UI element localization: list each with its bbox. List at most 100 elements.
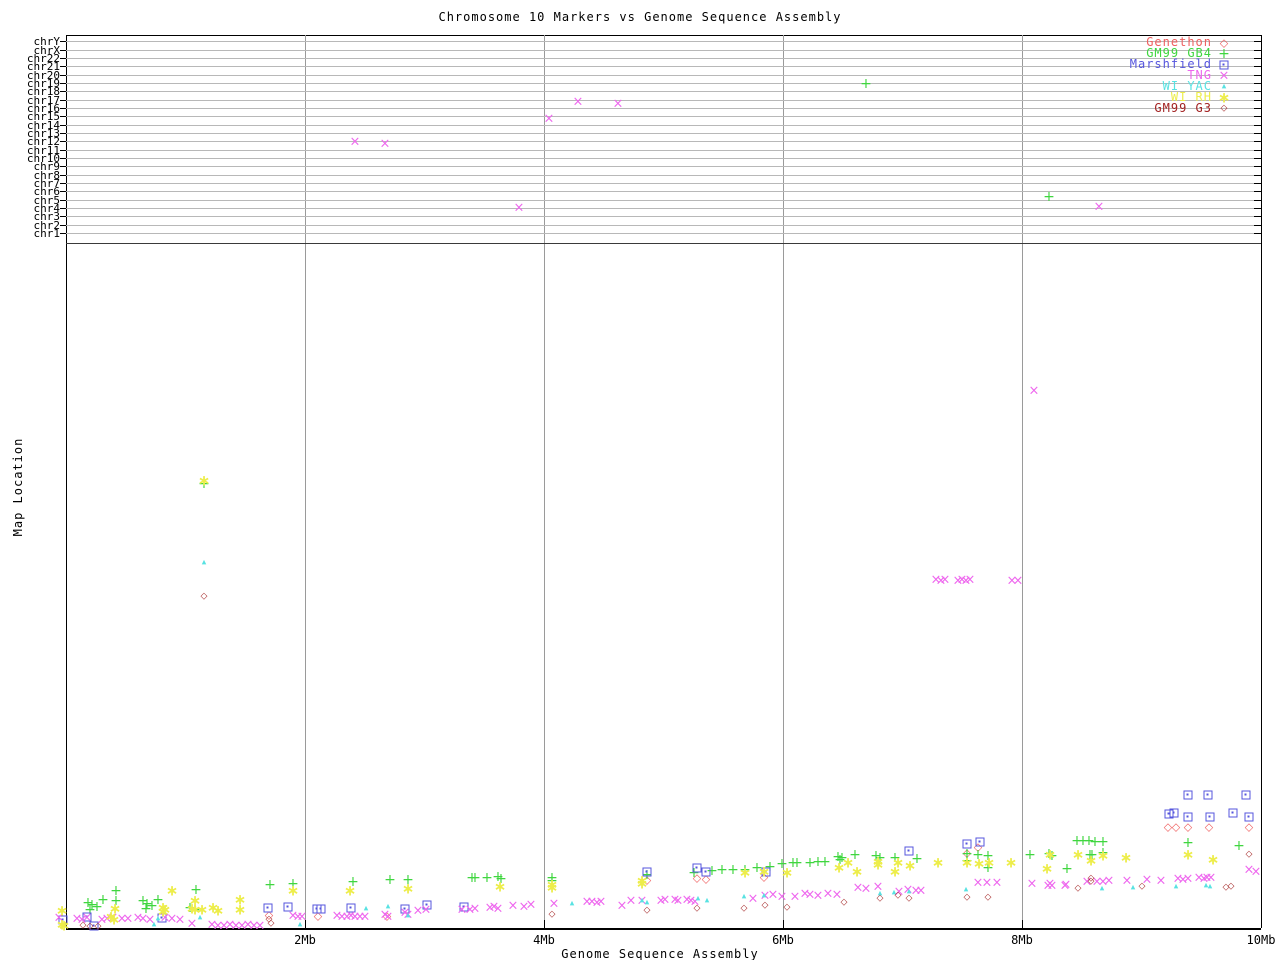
scatter-point-gm99-g3: ◇ [894,890,902,901]
x-tick-mark [1022,920,1023,928]
chart-canvas: Chromosome 10 Markers vs Genome Sequence… [0,0,1280,960]
scatter-point-wi-rh: ∗ [233,900,247,919]
scatter-point-tng: × [1250,864,1262,880]
scatter-point-tng: × [1103,873,1115,889]
scatter-point-gm99-gb4: + [860,76,872,92]
chromosome-row-tick-right [1254,91,1261,93]
plot-border-right [1261,35,1262,928]
scatter-point-wi-yac: ▴ [297,919,303,930]
scatter-point-genethon: ◇ [1183,820,1193,834]
chromosome-row-tick-left [60,174,66,176]
scatter-point-gm99-g3: ◇ [548,909,556,920]
scatter-point-tng: × [543,111,555,127]
scatter-point-tng: × [1044,876,1056,892]
chromosome-row-tick-right [1254,116,1261,118]
chromosome-row-tick-left [60,49,66,51]
scatter-point-tng: × [939,572,951,588]
scatter-point-wi-yac: ▴ [569,898,575,909]
chromosome-row-tick-left [60,199,66,201]
scatter-point-wi-rh: ∗ [211,901,225,920]
chromosome-row-tick-right [1254,157,1261,159]
chromosome-row-tick-right [1254,57,1261,59]
scatter-point-gm99-g3: ◇ [643,905,651,916]
scatter-point-tng: × [420,902,432,918]
plot-area: 2Mb 4Mb 6Mb 8Mb 10Mb chrY chrX chr22 chr21 chr20 c… [0,0,1280,960]
x-tick-mark [783,920,784,928]
chromosome-row-line [66,116,1261,118]
x-tick-label: 4Mb [533,933,555,947]
scatter-point-tng: × [860,881,872,897]
scatter-point-tng: × [991,875,1003,891]
chromosome-row-tick-right [1254,49,1261,51]
chromosome-row-tick-right [1254,107,1261,109]
scatter-point-wi-rh: ∗ [871,855,885,874]
scatter-point-tng: × [382,909,394,925]
x-tick-mark [544,920,545,928]
scatter-point-wi-rh: ∗ [1084,851,1098,870]
scatter-point-wi-rh: ∗ [635,874,649,893]
legend-marker-gm99-gb4: + [1218,45,1230,62]
scatter-point-wi-rh: ∗ [158,900,172,919]
scatter-point-wi-yac: ▴ [201,557,207,568]
scatter-point-marshfield [701,867,711,877]
chromosome-row-line [66,141,1261,143]
chromosome-row-tick-left [60,224,66,226]
scatter-point-gm99-g3: ◇ [783,902,791,913]
chromosome-row-tick-left [60,124,66,126]
scatter-point-tng: × [625,893,637,909]
scatter-point-wi-yac: ▴ [405,910,411,921]
scatter-point-gm99-gb4: + [1024,847,1036,863]
chromosome-row-tick-left [60,166,66,168]
chromosome-row-tick-left [60,216,66,218]
scatter-point-gm99-g3: ◇ [963,892,971,903]
chromosome-row-tick-left [60,157,66,159]
scatter-point-genethon: ◇ [1171,820,1181,834]
scatter-point-gm99-g3: ◇ [876,893,884,904]
chromosome-row-tick-left [60,116,66,118]
chromosome-row-line [66,208,1261,209]
chromosome-row-line [66,149,1261,151]
scatter-point-marshfield [1244,812,1254,822]
scatter-point-wi-yac: ▴ [761,890,767,901]
chromosome-row-tick-right [1254,174,1261,176]
scatter-point-wi-rh: ∗ [286,881,300,900]
scatter-point-tng: × [1012,573,1024,589]
scatter-point-gm99-gb4: + [481,870,493,886]
chromosome-row-line [66,216,1261,218]
scatter-point-wi-rh: ∗ [1071,845,1085,864]
chromosome-row-tick-right [1254,191,1261,193]
scatter-point-gm99-g3: ◇ [1074,883,1082,894]
scatter-point-tng: × [1093,199,1105,215]
scatter-point-wi-rh: ∗ [850,862,864,881]
scatter-point-wi-rh: ∗ [982,853,996,872]
scatter-point-wi-rh: ∗ [780,863,794,882]
scatter-point-gm99-g3: ◇ [94,921,102,932]
chromosome-row-tick-right [1254,66,1261,68]
scatter-point-marshfield [1205,812,1215,822]
scatter-point-tng: × [349,134,361,150]
chromosome-row-tick-right [1254,99,1261,101]
scatter-point-tng: × [507,898,519,914]
x-tick-label: 8Mb [1011,933,1033,947]
scatter-point-wi-rh: ∗ [401,879,415,898]
scatter-point-genethon: ◇ [1244,820,1254,834]
scatter-point-gm99-gb4: + [97,892,109,908]
scatter-point-wi-rh: ∗ [1181,845,1195,864]
scatter-point-wi-rh: ∗ [960,853,974,872]
scatter-point-marshfield [1183,790,1193,800]
chromosome-row-tick-right [1254,233,1261,234]
chromosome-row-tick-left [60,208,66,209]
scatter-point-tng: × [747,891,759,907]
scatter-point-wi-yac: ▴ [385,901,391,912]
scatter-point-marshfield [1203,790,1213,800]
scatter-point-wi-rh: ∗ [108,899,122,918]
chromosome-row-tick-left [60,141,66,143]
scatter-point-tng: × [513,200,525,216]
scatter-point-wi-yac: ▴ [639,895,645,906]
scatter-point-tng: × [174,912,186,928]
chromosome-row-tick-left [60,91,66,93]
scatter-point-wi-rh: ∗ [1206,850,1220,869]
scatter-point-tng: × [572,94,584,110]
chromosome-row-tick-right [1254,74,1261,76]
scatter-point-marshfield [962,839,972,849]
